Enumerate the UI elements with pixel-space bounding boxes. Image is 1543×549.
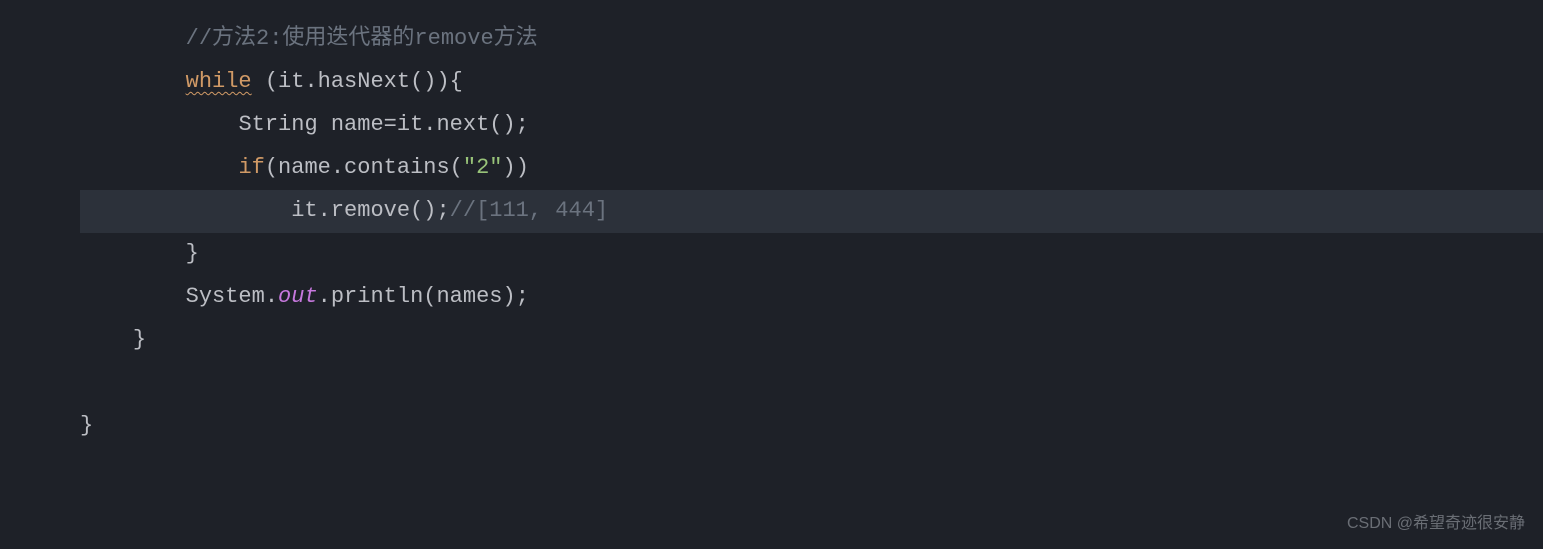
indent — [80, 233, 186, 276]
indent — [80, 104, 238, 147]
code-line[interactable]: } — [80, 405, 1543, 448]
code-editor[interactable]: //方法2:使用迭代器的remove方法 while (it.hasNext()… — [0, 0, 1543, 549]
code-line[interactable]: while (it.hasNext()){ — [80, 61, 1543, 104]
indent — [80, 147, 238, 190]
code-token-var: .println(names); — [318, 276, 529, 319]
code-token-keyword: if — [238, 147, 264, 190]
code-token-brace: } — [186, 233, 199, 276]
code-line[interactable]: //方法2:使用迭代器的remove方法 — [80, 18, 1543, 61]
code-token-keyword-while: while — [186, 61, 252, 104]
code-token-italic-static: out — [278, 276, 318, 319]
code-token-var: it.remove(); — [291, 190, 449, 233]
code-token-comment: //[111, 444] — [450, 190, 608, 233]
indent — [80, 319, 133, 362]
code-line[interactable]: if(name.contains("2")) — [80, 147, 1543, 190]
indent — [80, 276, 186, 319]
code-line[interactable]: System.out.println(names); — [80, 276, 1543, 319]
code-token-comment: //方法2:使用迭代器的remove方法 — [186, 18, 538, 61]
code-token-brace: } — [133, 319, 146, 362]
code-area[interactable]: //方法2:使用迭代器的remove方法 while (it.hasNext()… — [80, 0, 1543, 549]
indent — [80, 190, 291, 233]
code-token-var: System. — [186, 276, 278, 319]
code-token-type: String name=it.next(); — [238, 104, 528, 147]
code-line[interactable]: String name=it.next(); — [80, 104, 1543, 147]
code-token-paren: (it.hasNext()){ — [252, 61, 463, 104]
indent — [80, 18, 186, 61]
code-line[interactable]: it.remove();//[111, 444] — [80, 190, 1543, 233]
code-line[interactable]: } — [80, 319, 1543, 362]
code-token-paren: (name.contains( — [265, 147, 463, 190]
code-token-brace: } — [80, 405, 93, 448]
code-line[interactable]: } — [80, 233, 1543, 276]
code-token-paren: )) — [503, 147, 529, 190]
code-line[interactable] — [80, 362, 1543, 405]
editor-gutter — [0, 0, 80, 549]
code-token-string: "2" — [463, 147, 503, 190]
indent — [80, 61, 186, 104]
watermark-text: CSDN @希望奇迹很安静 — [1347, 508, 1525, 539]
